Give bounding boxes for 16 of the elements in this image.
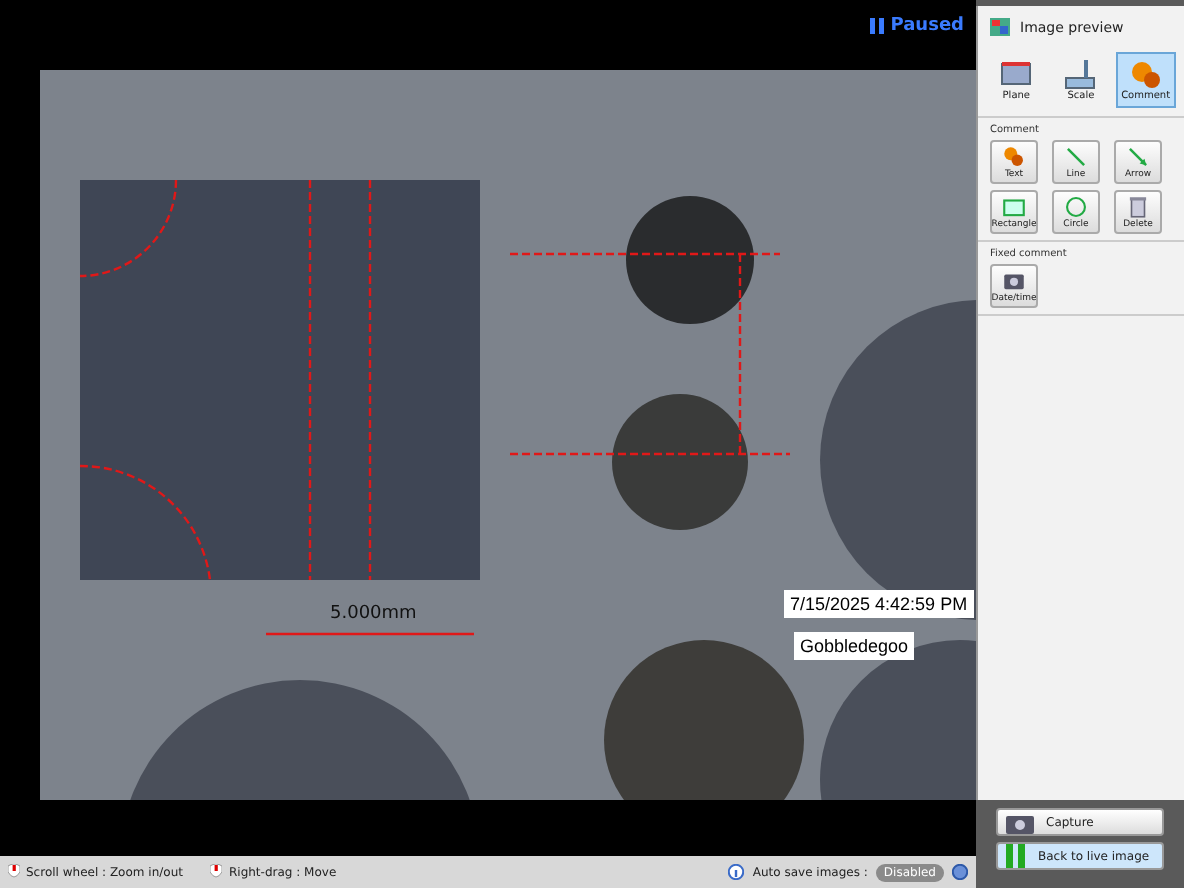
camera-icon (1006, 811, 1034, 833)
status-text: Paused (890, 16, 964, 36)
timestamp-label: 7/15/2025 4:42:59 PM (784, 590, 974, 618)
bars-icon (1006, 844, 1026, 868)
mode-icon (998, 58, 1035, 90)
scale-label: 5.000mm (330, 604, 417, 624)
rectangle-icon (998, 194, 1030, 220)
mode-icon (1127, 58, 1164, 90)
circle-icon (1060, 194, 1092, 220)
info-icon (728, 864, 745, 880)
mouse-icon (8, 864, 20, 880)
image-icon (990, 18, 1010, 36)
pause-icon (870, 18, 885, 34)
mode-icon (1062, 58, 1099, 90)
comment-label: Gobbledegoo (794, 632, 915, 660)
mouse-icon (210, 864, 223, 880)
